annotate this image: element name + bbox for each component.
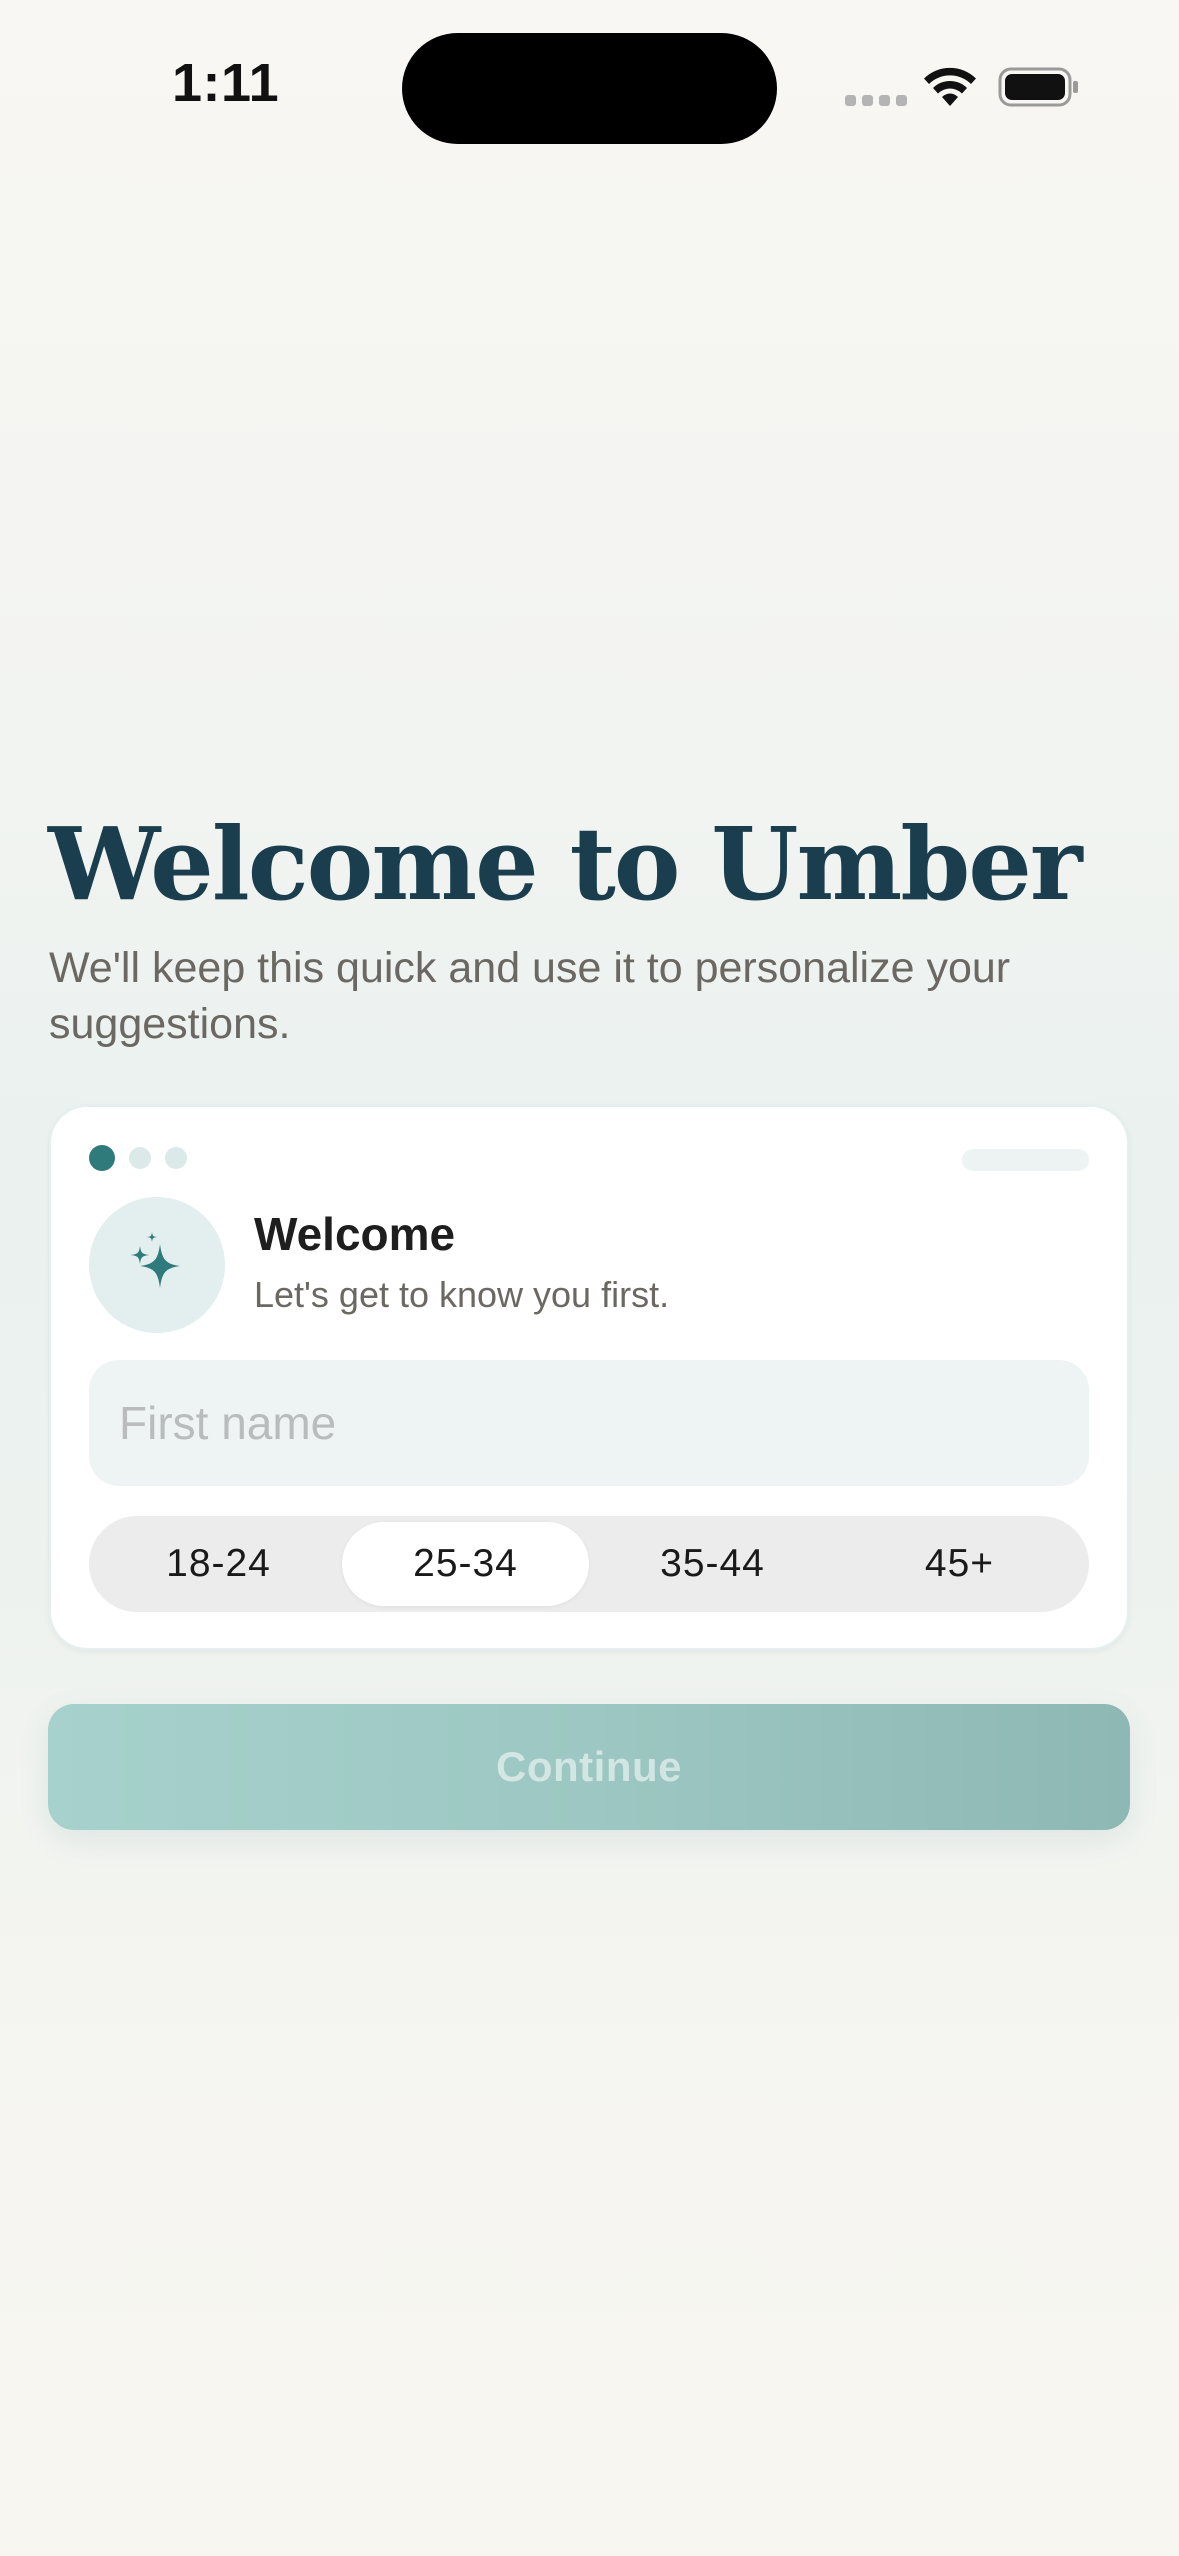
age-option-45-plus[interactable]: 45+ bbox=[836, 1522, 1083, 1606]
status-bar: 1:11 bbox=[0, 0, 1179, 150]
sparkles-icon bbox=[131, 1232, 180, 1288]
card-title: Welcome bbox=[254, 1208, 456, 1260]
age-option-35-44[interactable]: 35-44 bbox=[589, 1522, 836, 1606]
dynamic-island bbox=[402, 33, 777, 144]
age-option-25-34[interactable]: 25-34 bbox=[342, 1522, 589, 1606]
onboarding-card: Welcome Let's get to know you first. 18-… bbox=[49, 1105, 1129, 1650]
age-range-selector: 18-24 25-34 35-44 45+ bbox=[89, 1516, 1089, 1612]
page-subtitle: We'll keep this quick and use it to pers… bbox=[49, 944, 1011, 1048]
status-time: 1:11 bbox=[172, 53, 280, 113]
step-indicator bbox=[89, 1145, 187, 1171]
wifi-icon bbox=[924, 67, 976, 106]
battery-icon bbox=[998, 67, 1078, 107]
progress-track bbox=[962, 1149, 1089, 1171]
step-dot-1 bbox=[89, 1145, 115, 1171]
cellular-signal-icon bbox=[845, 95, 907, 106]
continue-button[interactable]: Continue bbox=[48, 1704, 1130, 1830]
age-option-18-24[interactable]: 18-24 bbox=[95, 1522, 342, 1606]
card-subtitle: Let's get to know you first. bbox=[254, 1274, 670, 1315]
sparkles-icon-badge bbox=[89, 1197, 225, 1333]
continue-button-label: Continue bbox=[496, 1743, 682, 1790]
page-title: Welcome to Umber bbox=[48, 805, 1083, 923]
step-dot-2 bbox=[129, 1147, 151, 1169]
step-dot-3 bbox=[165, 1147, 187, 1169]
first-name-input[interactable] bbox=[89, 1360, 1089, 1486]
